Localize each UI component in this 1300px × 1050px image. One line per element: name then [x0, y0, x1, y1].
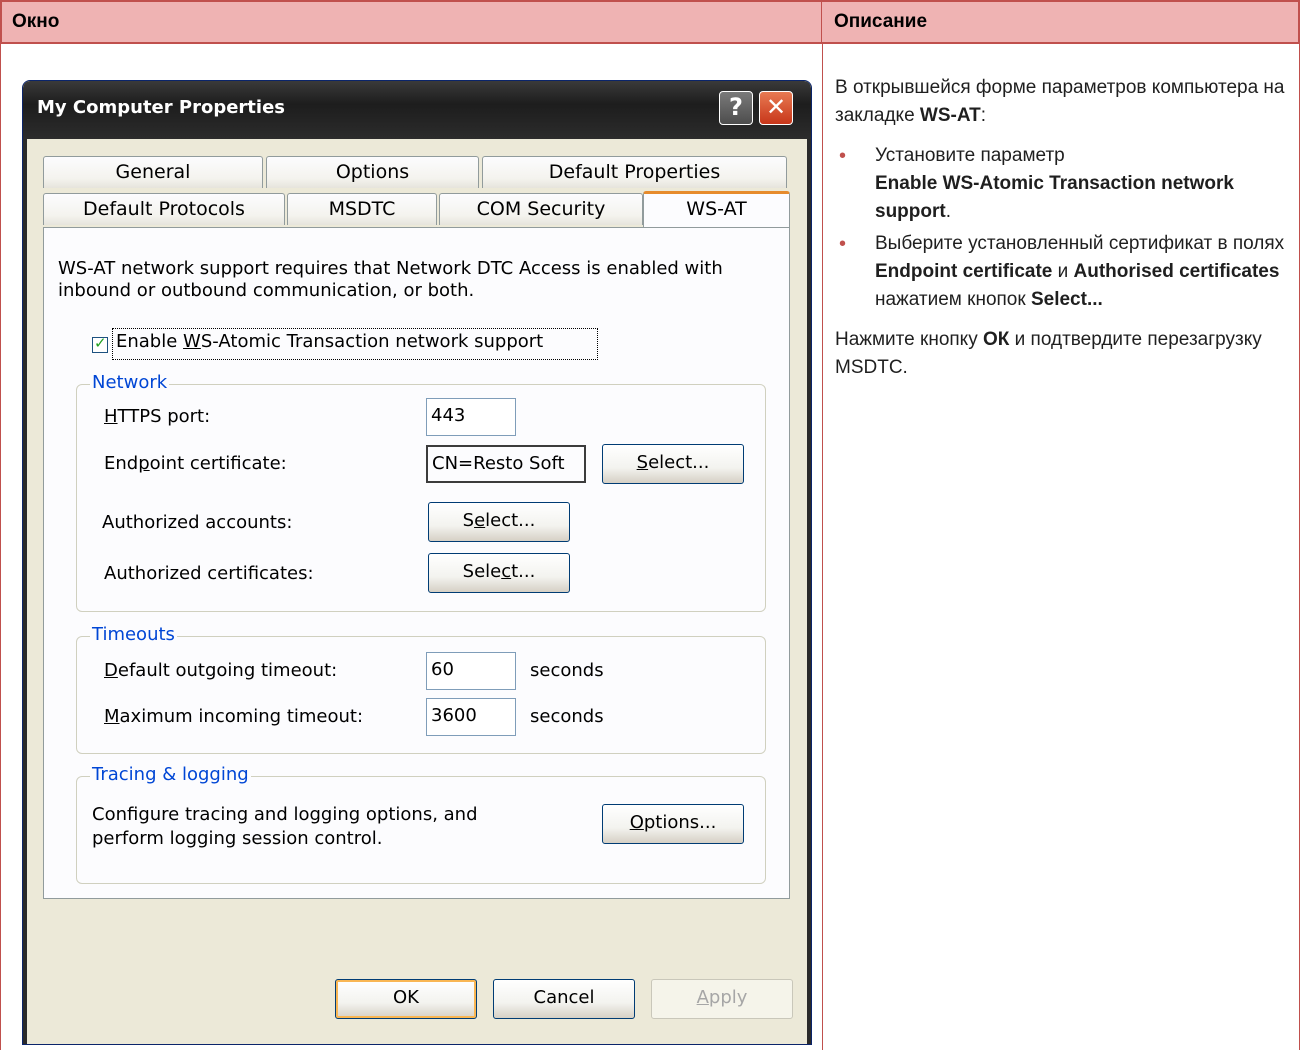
checkmark-icon: ✓ — [94, 334, 107, 352]
tab-msdtc[interactable]: MSDTC — [287, 193, 437, 225]
column-header-description: Описание — [822, 0, 1300, 44]
column-header-window: Окно — [0, 0, 822, 44]
description-paragraph-2: Нажмите кнопку ОК и подтвердите перезагр… — [835, 329, 1262, 378]
properties-dialog: My Computer Properties ? ✕ General Optio… — [22, 80, 812, 1045]
endpoint-certificate-label: Endpoint certificate: — [104, 453, 287, 474]
outgoing-timeout-unit: seconds — [530, 660, 604, 681]
authorized-certificates-label: Authorized certificates: — [104, 563, 314, 584]
https-port-input[interactable]: 443 — [426, 398, 516, 436]
authorized-accounts-label: Authorized accounts: — [102, 512, 293, 533]
description-bullet-1: • Установите параметр Enable WS-Atomic Tra… — [835, 142, 1290, 226]
description-bullet-2: • Выберите установленный сертификат в пол… — [835, 230, 1290, 314]
table-border-left — [0, 44, 1, 1050]
info-text-line-2: inbound or outbound communication, or bo… — [58, 280, 475, 301]
incoming-timeout-unit: seconds — [530, 706, 604, 727]
maximum-incoming-timeout-label: Maximum incoming timeout: — [104, 706, 364, 727]
endpoint-certificate-field: CN=Resto Soft — [426, 445, 586, 483]
bullet-icon: • — [839, 233, 847, 255]
tab-default-protocols[interactable]: Default Protocols — [43, 193, 285, 225]
description-bullet-list: • Установите параметр Enable WS-Atomic Tra… — [835, 142, 1290, 314]
apply-button[interactable]: Apply — [651, 979, 793, 1019]
close-button[interactable]: ✕ — [759, 91, 793, 125]
accounts-select-button[interactable]: Select... — [428, 502, 570, 542]
table-column-divider — [822, 44, 823, 1050]
tab-options[interactable]: Options — [266, 156, 479, 188]
tracing-description-line-2: perform logging session control. — [92, 828, 383, 849]
ws-at-tab-panel: WS-AT network support requires that Netw… — [43, 227, 790, 899]
default-outgoing-timeout-label: Default outgoing timeout: — [104, 660, 338, 681]
enable-ws-at-checkbox[interactable]: ✓ — [92, 334, 108, 353]
help-button[interactable]: ? — [719, 91, 753, 125]
timeouts-group-title: Timeouts — [90, 624, 177, 645]
network-group-title: Network — [90, 372, 170, 393]
incoming-timeout-input[interactable]: 3600 — [426, 698, 516, 736]
tab-com-security[interactable]: COM Security — [439, 193, 643, 225]
tab-default-properties[interactable]: Default Properties — [482, 156, 787, 188]
ok-button[interactable]: OK — [335, 979, 477, 1019]
info-text-line-1: WS-AT network support requires that Netw… — [58, 258, 723, 279]
close-icon: ✕ — [765, 93, 787, 121]
window-frame-left — [23, 139, 27, 1044]
tracing-logging-group-title: Tracing & logging — [90, 764, 251, 785]
outgoing-timeout-input[interactable]: 60 — [426, 652, 516, 690]
endpoint-select-button[interactable]: Select... — [602, 444, 744, 484]
timeouts-group — [76, 636, 766, 754]
window-frame-right — [807, 139, 811, 1044]
window-title: My Computer Properties — [37, 97, 286, 118]
enable-ws-at-label[interactable]: Enable WS-Atomic Transaction network sup… — [116, 331, 543, 352]
description-column: В открывшейся форме параметров компьютер… — [835, 74, 1290, 394]
certificates-select-button[interactable]: Select... — [428, 553, 570, 593]
title-bar[interactable]: My Computer Properties ? ✕ — [23, 81, 811, 139]
tab-ws-at[interactable]: WS-AT — [643, 191, 790, 227]
tracing-options-button[interactable]: Options... — [602, 804, 744, 844]
https-port-label: HTTPS port: — [104, 406, 211, 427]
description-paragraph-1: В открывшейся форме параметров компьютер… — [835, 77, 1285, 126]
tab-general[interactable]: General — [43, 156, 263, 188]
cancel-button[interactable]: Cancel — [493, 979, 635, 1019]
tracing-description-line-1: Configure tracing and logging options, a… — [92, 804, 478, 825]
bullet-icon: • — [839, 145, 847, 167]
